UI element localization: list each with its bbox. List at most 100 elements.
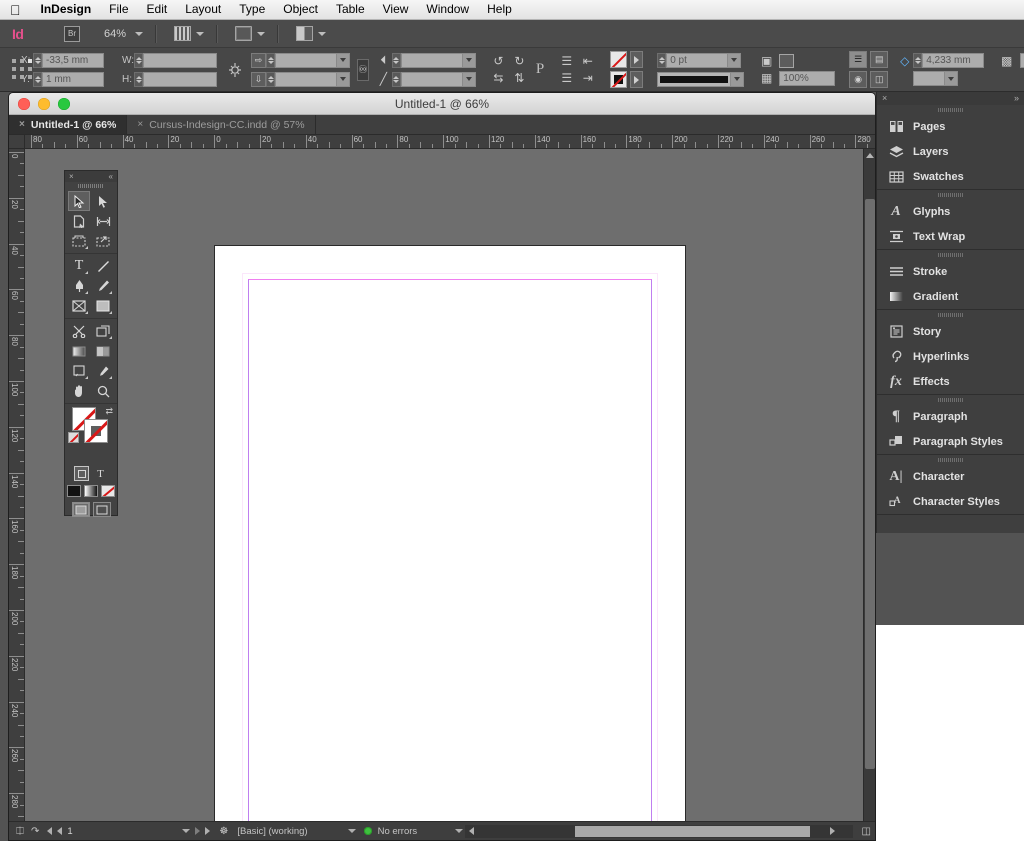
chevron-down-icon[interactable] — [462, 71, 476, 87]
auto-fit-icon[interactable]: ◉ — [849, 71, 868, 88]
panel-button-story[interactable]: Story — [877, 319, 1024, 344]
chevron-down-icon[interactable] — [455, 829, 464, 833]
close-icon[interactable]: × — [882, 94, 887, 103]
corner-options-icon[interactable]: ◇ — [896, 54, 913, 68]
free-transform-tool[interactable] — [92, 321, 114, 341]
panel-button-layers[interactable]: Layers — [877, 139, 1024, 164]
preflight-panel-icon[interactable]: ☸ — [219, 826, 228, 837]
align-top-icon[interactable]: ☰ — [558, 54, 575, 68]
menu-help[interactable]: Help — [478, 0, 521, 19]
stroke-weight-stepper[interactable] — [657, 52, 667, 68]
preflight-indicator-icon[interactable]: ⎅ — [16, 826, 24, 837]
chevron-down-icon[interactable] — [135, 31, 144, 36]
content-collector-tool[interactable] — [68, 231, 90, 251]
stroke-color-swatch[interactable] — [610, 71, 628, 88]
menu-edit[interactable]: Edit — [138, 0, 177, 19]
formatting-affects-text[interactable]: T — [93, 466, 108, 481]
frame-tool[interactable] — [68, 296, 90, 316]
menu-object[interactable]: Object — [274, 0, 327, 19]
apply-gradient-button[interactable] — [84, 485, 98, 497]
fit-frame-to-content-icon[interactable]: ▤ — [870, 51, 889, 68]
bridge-icon[interactable]: Br — [64, 25, 80, 42]
distribute-right-icon[interactable]: ⇥ — [579, 71, 596, 85]
vertical-ruler[interactable]: 0204060801001201401601802002202402602803… — [9, 149, 25, 840]
shear-stepper[interactable] — [391, 71, 401, 87]
split-layout-icon[interactable]: ◫ — [862, 826, 871, 837]
align-bottom-icon[interactable]: ☰ — [558, 71, 575, 85]
fit-content-proportionally-icon[interactable]: ☰ — [849, 51, 868, 68]
zoom-tool[interactable] — [92, 381, 114, 401]
chevron-down-icon[interactable] — [257, 31, 266, 36]
width-input[interactable] — [143, 52, 217, 68]
menu-file[interactable]: File — [100, 0, 137, 19]
normal-view-mode[interactable] — [71, 502, 90, 517]
ruler-origin-point[interactable] — [9, 135, 25, 149]
rotate-dropdown[interactable] — [400, 52, 476, 68]
page-tool[interactable] — [68, 211, 90, 231]
panel-button-pages[interactable]: Pages — [877, 114, 1024, 139]
menu-type[interactable]: Type — [230, 0, 274, 19]
type-tool[interactable]: T — [68, 256, 90, 276]
apple-menu-icon[interactable]:  — [0, 3, 32, 17]
corner-shape-dropdown[interactable] — [913, 71, 959, 86]
drop-shadow-icon[interactable] — [779, 53, 795, 68]
panel-button-text-wrap[interactable]: Text Wrap — [877, 224, 1024, 249]
dock-group-handle[interactable] — [877, 455, 1024, 464]
chevron-down-icon[interactable] — [347, 829, 356, 833]
scroll-left-arrow[interactable] — [469, 827, 475, 835]
center-content-icon[interactable]: ◫ — [870, 71, 889, 88]
panel-button-swatches[interactable]: Swatches — [877, 164, 1024, 189]
x-input[interactable]: -33,5 mm — [42, 52, 104, 68]
chevron-down-icon[interactable] — [728, 52, 742, 68]
corner-radius-input[interactable]: 4,233 mm — [922, 53, 985, 68]
rectangle-tool[interactable] — [92, 296, 114, 316]
panel-button-stroke[interactable]: Stroke — [877, 259, 1024, 284]
tab-untitled-1[interactable]: × Untitled-1 @ 66% — [9, 115, 128, 134]
page-number-input[interactable]: 1 — [67, 826, 177, 837]
rotate-90-ccw-icon[interactable]: ↺ — [490, 54, 507, 68]
menu-view[interactable]: View — [374, 0, 418, 19]
chevron-down-icon[interactable] — [318, 31, 327, 36]
scale-x-dropdown[interactable] — [275, 52, 350, 68]
panel-button-paragraph-styles[interactable]: Paragraph Styles — [877, 429, 1024, 454]
pen-tool[interactable] — [68, 276, 90, 296]
hand-tool[interactable] — [68, 381, 90, 401]
pencil-tool[interactable] — [92, 276, 114, 296]
dock-group-handle[interactable] — [877, 395, 1024, 404]
panel-button-character-styles[interactable]: A Character Styles — [877, 489, 1024, 514]
shear-dropdown[interactable] — [400, 71, 476, 87]
default-fill-stroke-icon[interactable] — [68, 432, 79, 443]
direct-selection-tool[interactable] — [92, 191, 114, 211]
chevron-down-icon[interactable] — [462, 52, 476, 68]
apply-none-button[interactable] — [101, 485, 115, 497]
select-container-icon[interactable]: P — [536, 61, 544, 78]
stroke-color-menu-icon[interactable] — [630, 71, 644, 88]
scissors-tool[interactable] — [68, 321, 90, 341]
menu-window[interactable]: Window — [417, 0, 478, 19]
constrain-scale-toggle[interactable]: ♾ — [357, 58, 369, 81]
scale-y-stepper[interactable] — [266, 71, 275, 87]
rotate-input[interactable] — [400, 52, 463, 68]
swap-fill-stroke-icon[interactable]: ⇄ — [105, 406, 113, 417]
content-placer-tool[interactable] — [92, 231, 114, 251]
horizontal-ruler[interactable]: 80 60 40 20 0 20 40 60 80 100 120 140 160 180 200 220 24… — [25, 135, 875, 149]
gradient-swatch-tool[interactable] — [68, 341, 90, 361]
scroll-right-arrow[interactable] — [829, 827, 835, 835]
reveal-in-finder-icon[interactable]: ↷ — [31, 826, 39, 837]
first-page-icon[interactable] — [47, 827, 53, 835]
panel-button-character[interactable]: A| Character — [877, 464, 1024, 489]
formatting-affects-container[interactable] — [74, 466, 89, 481]
scale-x-stepper[interactable] — [266, 52, 275, 68]
panel-button-glyphs[interactable]: A Glyphs — [877, 199, 1024, 224]
zoom-level-control[interactable]: 64% — [104, 28, 144, 40]
dock-group-handle[interactable] — [877, 250, 1024, 259]
menu-layout[interactable]: Layout — [176, 0, 230, 19]
w-stepper[interactable] — [134, 52, 143, 68]
chevron-down-icon[interactable] — [182, 829, 191, 833]
dock-group-handle[interactable] — [877, 105, 1024, 114]
dock-group-handle[interactable] — [877, 190, 1024, 199]
stroke-style-dropdown[interactable] — [657, 71, 745, 87]
h-stepper[interactable] — [134, 71, 143, 87]
eyedropper-tool[interactable] — [92, 361, 114, 381]
fill-color-menu-icon[interactable] — [630, 51, 644, 68]
